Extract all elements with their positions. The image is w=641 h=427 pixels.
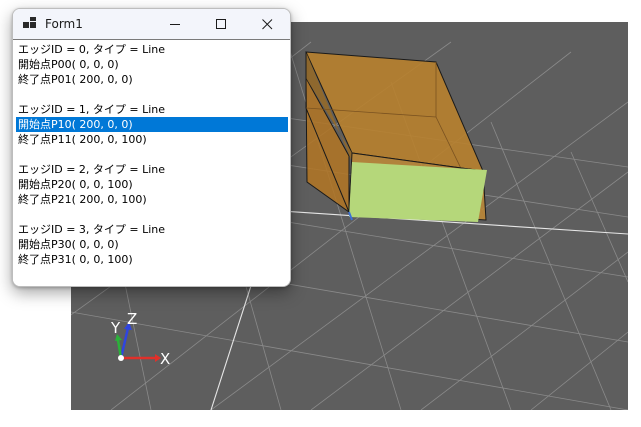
list-item[interactable]: 開始点P30( 0, 0, 0) <box>16 237 288 252</box>
list-spacer[interactable] <box>16 147 288 162</box>
window-title: Form1 <box>45 17 83 31</box>
list-spacer[interactable] <box>16 87 288 102</box>
maximize-button[interactable] <box>198 9 244 39</box>
list-item[interactable]: 開始点P00( 0, 0, 0) <box>16 57 288 72</box>
axis-y-label: Y <box>111 319 121 337</box>
form1-window[interactable]: Form1 エッジID = 0, タイプ = Line 開始点P00( 0, 0,… <box>12 8 291 287</box>
list-item[interactable]: 終了点P21( 200, 0, 100) <box>16 192 288 207</box>
maximize-icon <box>215 18 226 29</box>
list-item[interactable]: 終了点P01( 200, 0, 0) <box>16 72 288 87</box>
minimize-icon <box>169 23 180 25</box>
axis-x-label: X <box>160 350 171 368</box>
selected-face[interactable] <box>349 162 487 222</box>
list-item[interactable]: エッジID = 2, タイプ = Line <box>16 162 288 177</box>
app-icon <box>23 17 36 28</box>
list-item[interactable]: 終了点P11( 200, 0, 100) <box>16 132 288 147</box>
list-spacer[interactable] <box>16 207 288 222</box>
axis-z-label: Z <box>127 310 138 328</box>
list-item[interactable]: エッジID = 3, タイプ = Line <box>16 222 288 237</box>
list-item[interactable]: 開始点P20( 0, 0, 100) <box>16 177 288 192</box>
axis-triad <box>115 322 161 362</box>
list-item[interactable]: エッジID = 0, タイプ = Line <box>16 42 288 57</box>
list-item[interactable]: 終了点P31( 0, 0, 100) <box>16 252 288 267</box>
close-button[interactable] <box>244 9 290 39</box>
list-item[interactable]: 開始点P10( 200, 0, 0) <box>16 117 288 132</box>
list-item[interactable]: エッジID = 1, タイプ = Line <box>16 102 288 117</box>
edge-info-listbox[interactable]: エッジID = 0, タイプ = Line 開始点P00( 0, 0, 0) 終了点… <box>13 39 290 286</box>
close-icon <box>261 18 272 29</box>
title-bar[interactable]: Form1 <box>13 9 290 39</box>
box-solid[interactable] <box>305 51 487 222</box>
minimize-button[interactable] <box>152 9 198 39</box>
